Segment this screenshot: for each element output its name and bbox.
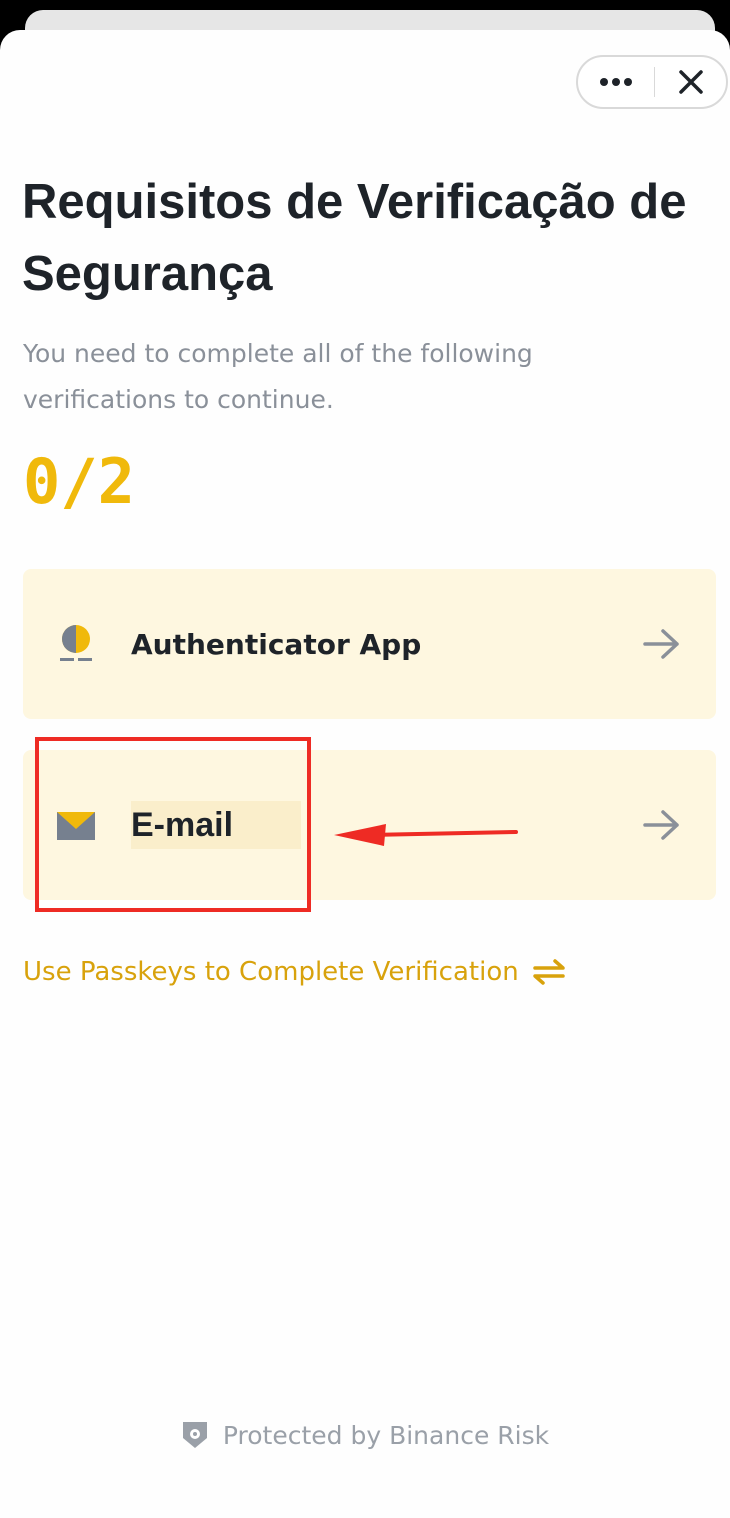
use-passkeys-link[interactable]: Use Passkeys to Complete Verification xyxy=(23,950,565,994)
verification-progress: 0/2 xyxy=(23,445,135,518)
footer-protected-text: Protected by Binance Risk xyxy=(222,1420,550,1450)
more-button[interactable] xyxy=(578,57,654,107)
more-horizontal-icon xyxy=(600,78,632,86)
authenticator-app-option[interactable]: Authenticator App xyxy=(23,569,716,719)
window-controls xyxy=(576,55,728,109)
swap-arrows-icon xyxy=(532,959,565,985)
arrow-right-icon xyxy=(643,810,679,840)
close-button[interactable] xyxy=(655,57,726,107)
page-subtitle: You need to complete all of the followin… xyxy=(23,339,533,414)
shield-icon xyxy=(182,1422,207,1448)
arrow-right-icon xyxy=(643,629,679,659)
authenticator-icon xyxy=(60,625,92,661)
envelope-icon xyxy=(57,812,95,840)
footer: Protected by Binance Risk xyxy=(0,1412,730,1458)
email-option[interactable]: E-mail xyxy=(23,750,716,900)
email-label: E-mail xyxy=(131,801,301,849)
authenticator-app-label: Authenticator App xyxy=(131,627,422,661)
close-icon xyxy=(678,70,703,94)
page-title: Requisitos de Verificação de Segurança xyxy=(22,175,687,301)
use-passkeys-label: Use Passkeys to Complete Verification xyxy=(23,957,519,987)
